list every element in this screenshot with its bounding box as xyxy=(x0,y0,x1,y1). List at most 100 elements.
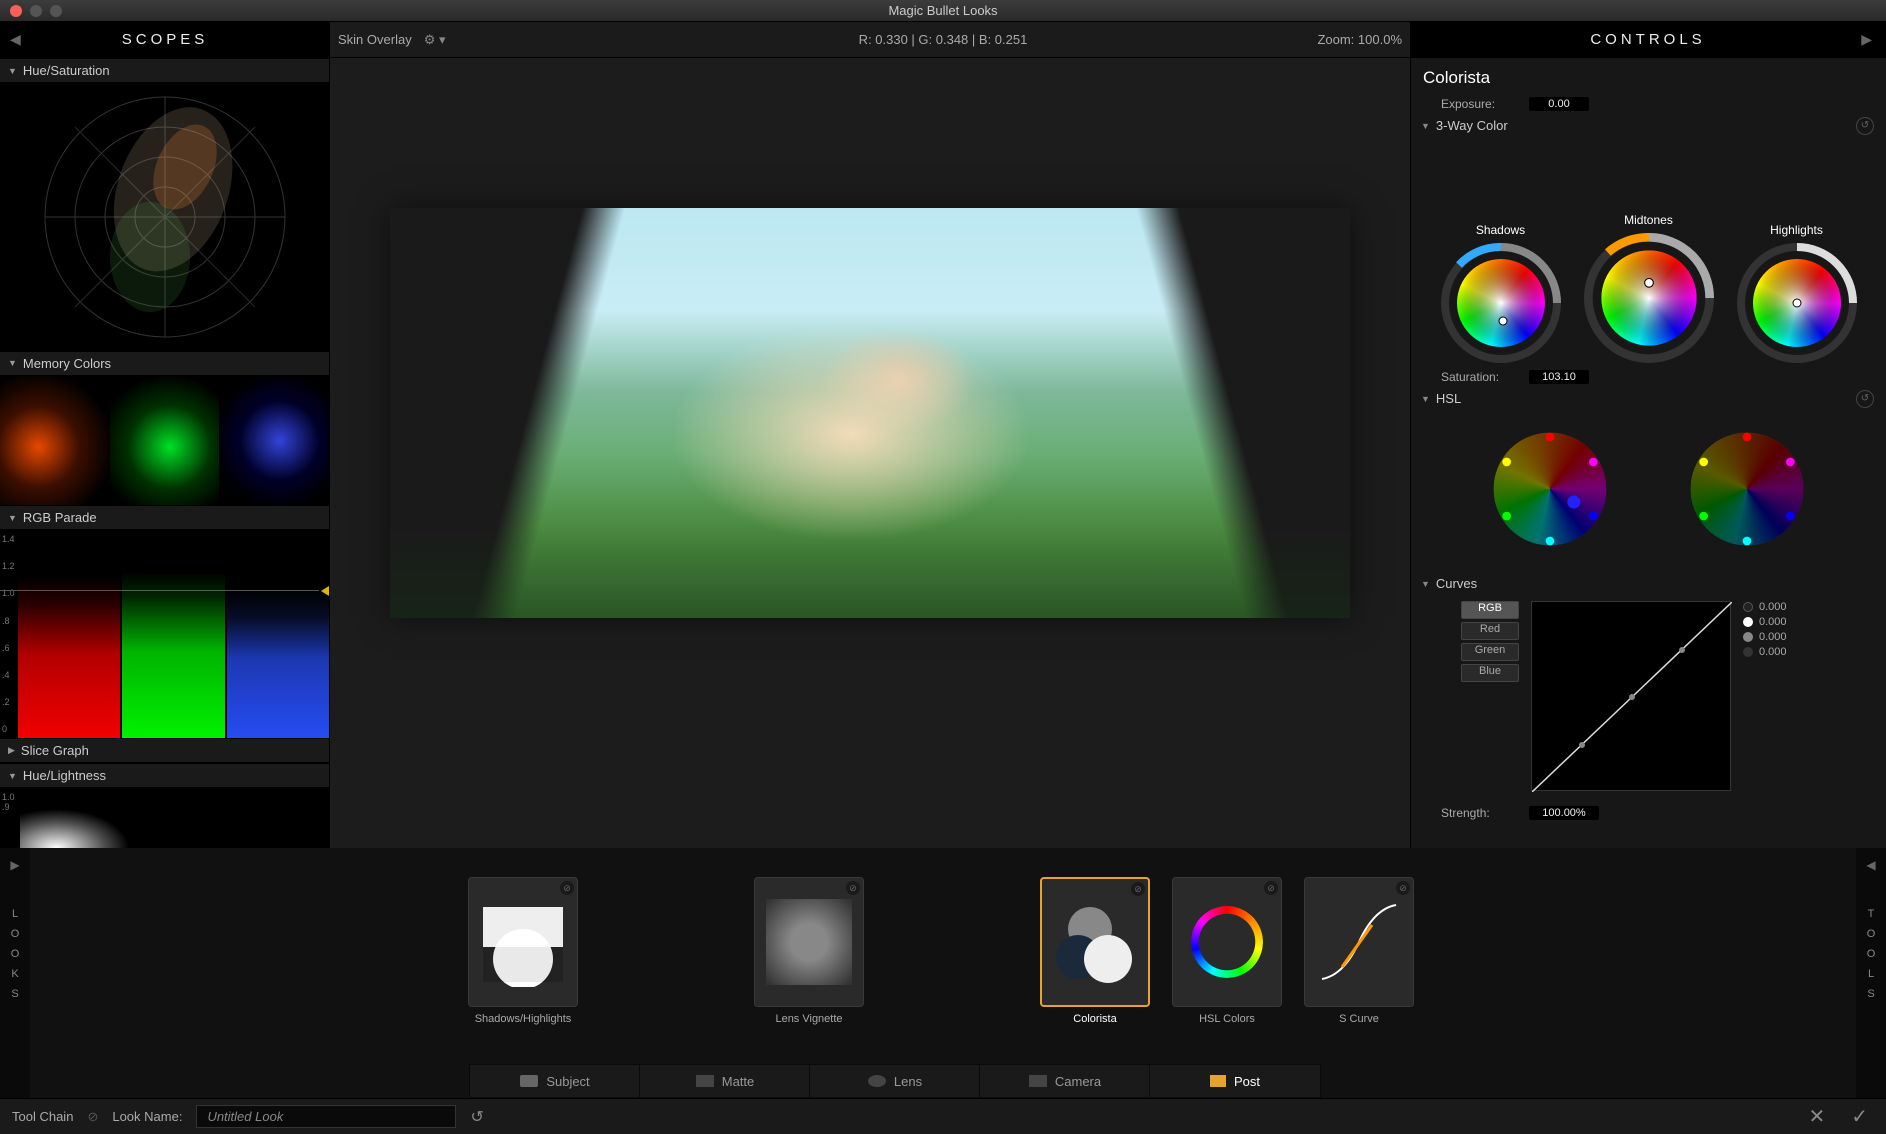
remove-tool-icon[interactable]: ⊘ xyxy=(1396,881,1410,895)
memory-red xyxy=(0,376,110,505)
tool-lens-vignette[interactable]: ⊘ xyxy=(754,877,864,1007)
stage-subject[interactable]: Subject xyxy=(469,1064,641,1098)
scopes-panel: ▼ Hue/Saturation ▼ Memory Colors xyxy=(0,58,330,848)
chevron-down-icon: ▼ xyxy=(8,66,17,76)
footer-bar: Tool Chain ⊘ Look Name: Untitled Look ↺ … xyxy=(0,1098,1886,1134)
strength-param[interactable]: Strength: 100.00% xyxy=(1421,803,1876,823)
zoom-window-icon[interactable] xyxy=(50,5,62,17)
lookname-input[interactable]: Untitled Look xyxy=(196,1105,456,1128)
highlights-wheel[interactable] xyxy=(1737,243,1857,363)
chevron-right-icon: ▶ xyxy=(8,745,15,756)
tool-shadows-highlights[interactable]: ⊘ xyxy=(468,877,578,1007)
looks-drawer-tab[interactable]: ▶ LOOKS xyxy=(0,848,30,1098)
rgb-parade-scope[interactable]: 1.41.2 1.0.8 .6.4 .20 xyxy=(0,530,329,738)
curve-point-values: 0.000 0.000 0.000 0.000 xyxy=(1743,601,1787,791)
curves-control: RGB Red Green Blue 0.000 0.000 0.000 0.0… xyxy=(1421,595,1876,797)
skin-overlay-toggle[interactable]: Skin Overlay xyxy=(338,32,412,47)
toolchain-reset-icon[interactable]: ⊘ xyxy=(87,1109,98,1125)
scopes-collapse-icon[interactable]: ◀ xyxy=(10,31,25,48)
vectorscope[interactable] xyxy=(0,83,329,351)
controls-collapse-icon[interactable]: ▶ xyxy=(1861,31,1876,48)
scope-header-hue-sat[interactable]: ▼ Hue/Saturation xyxy=(0,58,329,83)
close-window-icon[interactable] xyxy=(10,5,22,17)
param-value[interactable]: 103.10 xyxy=(1529,370,1589,384)
stage-post[interactable]: Post xyxy=(1149,1064,1321,1098)
tool-colorista[interactable]: ⊘ xyxy=(1040,877,1150,1007)
chevron-down-icon: ▼ xyxy=(8,513,17,523)
chevron-down-icon: ▼ xyxy=(1421,121,1430,131)
remove-tool-icon[interactable]: ⊘ xyxy=(1264,881,1278,895)
scope-label: Hue/Lightness xyxy=(23,768,106,783)
memory-colors-scope[interactable] xyxy=(0,376,329,505)
saturation-param[interactable]: Saturation: 103.10 xyxy=(1421,367,1876,387)
looks-tab-label: LOOKS xyxy=(9,908,21,1008)
memory-blue xyxy=(219,376,329,505)
curve-channel-rgb[interactable]: RGB xyxy=(1461,601,1519,619)
midtones-wheel[interactable] xyxy=(1584,233,1714,363)
wheel-label-midtones: Midtones xyxy=(1624,213,1673,227)
scope-header-slice[interactable]: ▶ Slice Graph xyxy=(0,738,329,763)
tool-chain[interactable]: ⊘ Shadows/Highlights ⊘ Lens Vignette xyxy=(30,848,1856,1064)
exposure-param[interactable]: Exposure: 0.00 xyxy=(1421,94,1876,114)
gear-icon[interactable]: ⚙ ▾ xyxy=(424,32,446,48)
section-label: Curves xyxy=(1436,576,1477,591)
viewer-header: Skin Overlay ⚙ ▾ R: 0.330 | G: 0.348 | B… xyxy=(330,22,1410,58)
window-controls xyxy=(10,5,62,17)
scope-label: RGB Parade xyxy=(23,510,97,525)
tool-hsl-colors[interactable]: ⊘ xyxy=(1172,877,1282,1007)
tool-label: S Curve xyxy=(1339,1013,1379,1025)
remove-tool-icon[interactable]: ⊘ xyxy=(846,881,860,895)
wheel-label-shadows: Shadows xyxy=(1476,223,1525,237)
stage-lens[interactable]: Lens xyxy=(809,1064,981,1098)
scopes-panel-header: ◀ SCOPES xyxy=(0,22,330,58)
scope-label: Hue/Saturation xyxy=(23,63,110,78)
param-value[interactable]: 100.00% xyxy=(1529,806,1599,820)
viewer[interactable] xyxy=(330,58,1410,848)
tool-label: HSL Colors xyxy=(1199,1013,1255,1025)
section-label: HSL xyxy=(1436,391,1461,406)
zoom-readout[interactable]: Zoom: 100.0% xyxy=(1317,32,1402,47)
chevron-down-icon: ▼ xyxy=(1421,579,1430,589)
hsl-hue-wheel[interactable] xyxy=(1485,424,1615,554)
stage-matte[interactable]: Matte xyxy=(639,1064,811,1098)
remove-tool-icon[interactable]: ⊘ xyxy=(560,881,574,895)
hsl-header[interactable]: ▼ HSL ↺ xyxy=(1421,387,1876,410)
tool-label: Colorista xyxy=(1073,1013,1116,1025)
scope-header-memory[interactable]: ▼ Memory Colors xyxy=(0,351,329,376)
scope-header-hue-light[interactable]: ▼ Hue/Lightness xyxy=(0,763,329,788)
curves-graph[interactable] xyxy=(1531,601,1731,791)
app-title: Magic Bullet Looks xyxy=(888,3,997,18)
three-way-header[interactable]: ▼ 3-Way Color ↺ xyxy=(1421,114,1876,137)
controls-title: CONTROLS xyxy=(1590,31,1705,48)
rgb-readout: R: 0.330 | G: 0.348 | B: 0.251 xyxy=(859,32,1028,47)
remove-tool-icon[interactable]: ⊘ xyxy=(1131,882,1145,896)
toolchain-area: ▶ LOOKS ⊘ Shadows/Highlights ⊘ xyxy=(0,848,1886,1098)
controls-panel: Colorista Exposure: 0.00 ▼ 3-Way Color ↺… xyxy=(1410,58,1886,848)
curve-channel-blue[interactable]: Blue xyxy=(1461,664,1519,682)
scope-header-parade[interactable]: ▼ RGB Parade xyxy=(0,505,329,530)
reset-icon[interactable]: ↺ xyxy=(1856,390,1874,408)
param-value[interactable]: 0.00 xyxy=(1529,97,1589,111)
tool-label: Lens Vignette xyxy=(775,1013,842,1025)
hue-lightness-scope[interactable]: 1.0.9 xyxy=(0,788,329,848)
cancel-button[interactable]: ✕ xyxy=(1802,1104,1831,1129)
current-tool-name: Colorista xyxy=(1423,68,1876,88)
section-label: 3-Way Color xyxy=(1436,118,1508,133)
tool-s-curve[interactable]: ⊘ xyxy=(1304,877,1414,1007)
shadows-wheel[interactable] xyxy=(1441,243,1561,363)
apply-button[interactable]: ✓ xyxy=(1845,1104,1874,1129)
three-way-wheels: Shadows Midtones xyxy=(1421,137,1876,367)
curves-header[interactable]: ▼ Curves xyxy=(1421,572,1876,595)
curve-channel-green[interactable]: Green xyxy=(1461,643,1519,661)
wheel-label-highlights: Highlights xyxy=(1770,223,1823,237)
revert-icon[interactable]: ↺ xyxy=(470,1107,483,1127)
param-label: Exposure: xyxy=(1441,97,1521,111)
tools-drawer-tab[interactable]: ◀ TOOLS xyxy=(1856,848,1886,1098)
curve-channel-red[interactable]: Red xyxy=(1461,622,1519,640)
hl-scale: 1.0.9 xyxy=(2,792,15,812)
reset-icon[interactable]: ↺ xyxy=(1856,117,1874,135)
hsl-wheels xyxy=(1421,410,1876,572)
stage-camera[interactable]: Camera xyxy=(979,1064,1151,1098)
minimize-window-icon[interactable] xyxy=(30,5,42,17)
hsl-sat-wheel[interactable] xyxy=(1682,424,1812,554)
